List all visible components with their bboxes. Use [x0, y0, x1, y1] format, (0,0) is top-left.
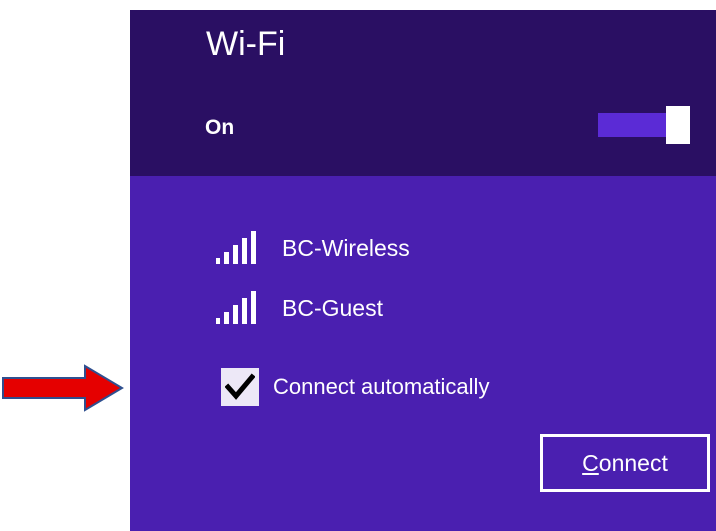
connect-button[interactable]: Connect — [540, 434, 710, 492]
wifi-signal-icon — [212, 290, 262, 326]
screenshot-stage: Wi-Fi On BC-Wireless BC-Guest Connect au… — [0, 0, 716, 531]
checkmark-icon — [225, 373, 255, 400]
auto-connect-label: Connect automatically — [273, 374, 490, 399]
wifi-header: Wi-Fi On — [130, 10, 716, 176]
wifi-signal-icon — [212, 230, 262, 266]
toggle-thumb[interactable] — [666, 106, 690, 144]
auto-connect-row[interactable]: Connect automatically — [221, 368, 489, 406]
auto-connect-checkbox[interactable] — [221, 368, 259, 406]
wifi-toggle[interactable] — [592, 106, 692, 144]
wifi-flyout: Wi-Fi On BC-Wireless BC-Guest Connect au… — [130, 10, 716, 531]
wifi-title: Wi-Fi — [206, 25, 286, 63]
network-item-bc-wireless[interactable]: BC-Wireless — [212, 228, 512, 268]
toggle-track — [598, 113, 674, 137]
network-item-bc-guest[interactable]: BC-Guest — [212, 288, 512, 328]
red-arrow-icon — [2, 364, 124, 412]
network-ssid: BC-Guest — [282, 294, 383, 321]
wifi-state-label: On — [205, 116, 235, 139]
network-ssid: BC-Wireless — [282, 234, 410, 261]
